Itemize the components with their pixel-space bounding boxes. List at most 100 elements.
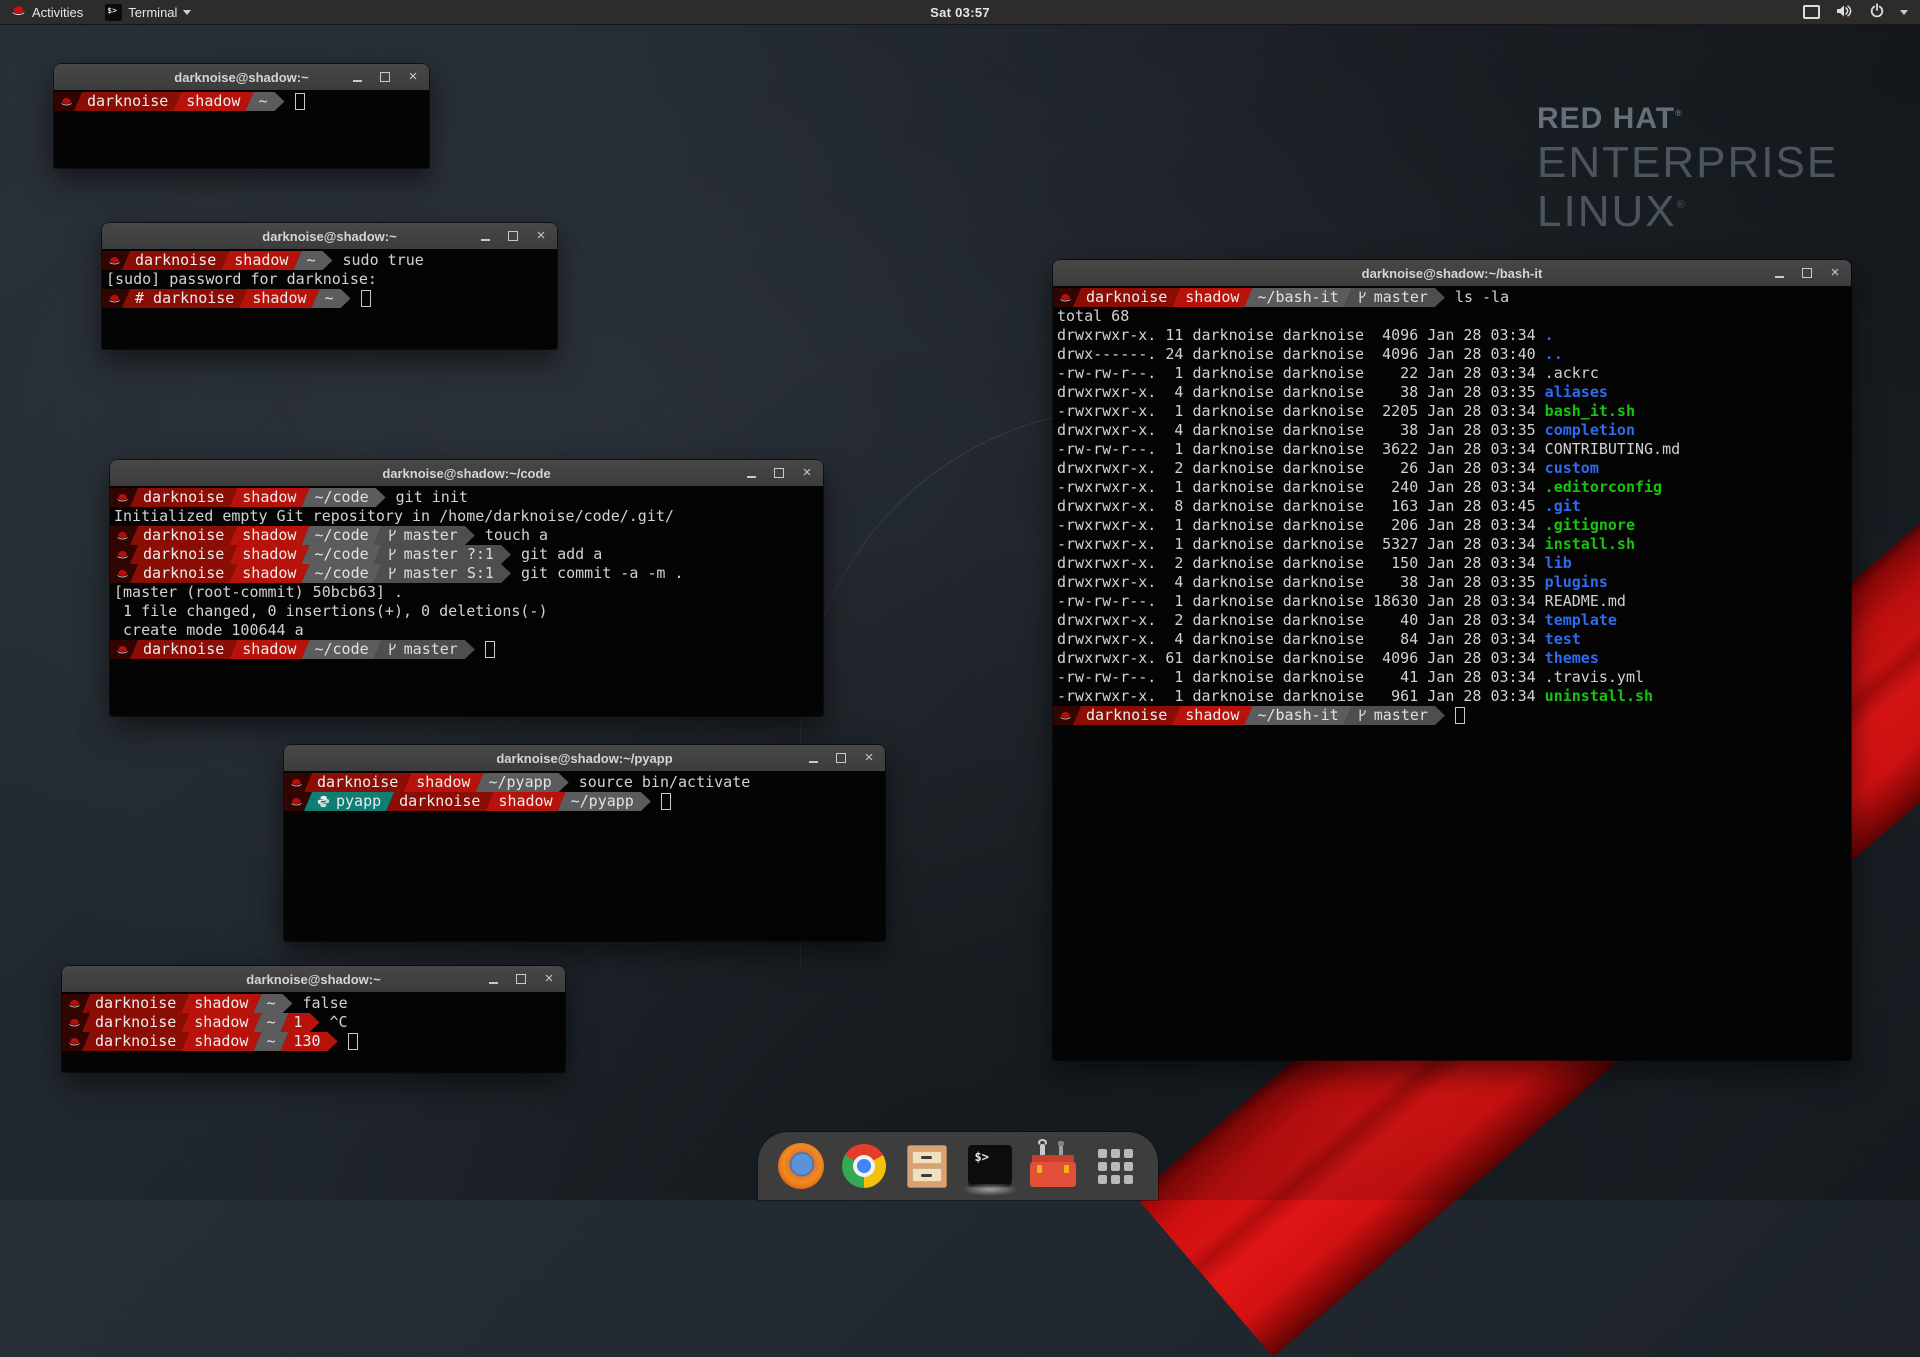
terminal-line: 1 file changed, 0 insertions(+), 0 delet… (110, 602, 823, 621)
app-menu-label: Terminal (128, 5, 177, 20)
file-meta: -rw-rw-r--. 1 darknoise darknoise 3622 J… (1057, 440, 1545, 459)
dock-item-files[interactable] (903, 1142, 951, 1190)
file-meta: drwxrwxr-x. 11 darknoise darknoise 4096 … (1057, 326, 1545, 345)
terminal-line: darknoiseshadow~/codemastertouch a (110, 526, 823, 545)
desktop: { "palette": { "seg_hat": "#310502", "se… (0, 0, 1920, 1200)
prompt-segment-darkred: darknoise (122, 251, 229, 270)
close-button[interactable]: × (543, 972, 555, 986)
minimize-button[interactable] (479, 229, 491, 243)
window-title: darknoise@shadow:~ (262, 229, 396, 244)
prompt-segment-red: 130 (281, 1032, 338, 1051)
app-menu-terminal[interactable]: $> Terminal (94, 0, 202, 24)
terminal-content[interactable]: darknoiseshadow~falsedarknoiseshadow~1^C… (62, 992, 565, 1072)
registered-mark: ® (1675, 108, 1683, 118)
system-status-area[interactable] (1803, 0, 1920, 24)
activities-button[interactable]: Activities (0, 0, 94, 24)
dock-item-toolbox[interactable] (1029, 1142, 1077, 1190)
redhat-icon (116, 491, 129, 504)
terminal-window-sudo[interactable]: darknoise@shadow:~ × darknoiseshadow~sud… (102, 223, 557, 349)
prompt-segment-darkred: darknoise (130, 640, 237, 659)
prompt-segment-text: ~ (325, 289, 334, 308)
command-text: source bin/activate (569, 773, 751, 792)
maximize-button[interactable] (835, 751, 847, 765)
close-button[interactable]: × (863, 751, 875, 765)
minimize-button[interactable] (807, 751, 819, 765)
redhat-icon (60, 95, 73, 108)
window-titlebar[interactable]: darknoise@shadow:~ × (62, 966, 565, 993)
clock[interactable]: Sat 03:57 (930, 5, 990, 20)
window-titlebar[interactable]: darknoise@shadow:~/pyapp × (284, 745, 885, 772)
prompt-segment-darkred: darknoise (130, 488, 237, 507)
terminal-content[interactable]: darknoiseshadow~/bash-itmasterls -latota… (1053, 286, 1851, 1060)
activities-label: Activities (32, 5, 83, 20)
output-text: [master (root-commit) 50bcb63] . (114, 583, 403, 602)
prompt-segment-text: shadow (252, 289, 306, 308)
terminal-content[interactable]: darknoiseshadow~ (54, 90, 429, 168)
file-cabinet-icon (907, 1145, 947, 1188)
file-meta: -rwxrwxr-x. 1 darknoise darknoise 2205 J… (1057, 402, 1545, 421)
prompt-segment-text: ~/code (314, 564, 368, 583)
prompt-segment-git: master (374, 640, 475, 659)
terminal-content[interactable]: darknoiseshadow~sudo true[sudo] password… (102, 249, 557, 349)
terminal-cursor (1455, 707, 1465, 724)
close-button[interactable]: × (801, 466, 813, 480)
prompt-segment-text: darknoise (143, 640, 224, 659)
dock-item-firefox[interactable] (777, 1142, 825, 1190)
branch-icon (387, 528, 398, 543)
close-button[interactable]: × (407, 70, 419, 84)
prompt-segment-text: master S:1 (404, 564, 494, 583)
terminal-content[interactable]: darknoiseshadow~/pyappsource bin/activat… (284, 771, 885, 941)
terminal-window-code[interactable]: darknoise@shadow:~/code × darknoiseshado… (110, 460, 823, 716)
file-meta: drwxrwxr-x. 4 darknoise darknoise 84 Jan… (1057, 630, 1545, 649)
prompt-segment-red: shadow (181, 994, 261, 1013)
window-title: darknoise@shadow:~/bash-it (1362, 266, 1543, 281)
prompt-segment-text: ~/bash-it (1257, 288, 1338, 307)
maximize-button[interactable] (773, 466, 785, 480)
terminal-content[interactable]: darknoiseshadow~/codegit initInitialized… (110, 486, 823, 716)
terminal-line: drwxrwxr-x. 2 darknoise darknoise 150 Ja… (1053, 554, 1851, 573)
redhat-icon (116, 567, 129, 580)
dock-item-chrome[interactable] (840, 1142, 888, 1190)
minimize-button[interactable] (487, 972, 499, 986)
window-titlebar[interactable]: darknoise@shadow:~/code × (110, 460, 823, 487)
prompt-segment-text: ~/code (314, 488, 368, 507)
prompt-segment-red: shadow (229, 545, 309, 564)
prompt-segment-red: shadow (229, 526, 309, 545)
close-button[interactable]: × (1829, 266, 1841, 280)
terminal-line: darknoiseshadow~/pyappsource bin/activat… (284, 773, 885, 792)
maximize-button[interactable] (1801, 266, 1813, 280)
minimize-button[interactable] (1773, 266, 1785, 280)
terminal-window-home-1[interactable]: darknoise@shadow:~ × darknoiseshadow~ (54, 64, 429, 168)
maximize-button[interactable] (379, 70, 391, 84)
window-titlebar[interactable]: darknoise@shadow:~/bash-it × (1053, 260, 1851, 287)
terminal-line: darknoiseshadow~/codemaster (110, 640, 823, 659)
prompt-segment-git: master (1344, 288, 1445, 307)
window-titlebar[interactable]: darknoise@shadow:~ × (102, 223, 557, 250)
terminal-icon: $> (968, 1145, 1012, 1187)
file-name: custom (1545, 459, 1599, 478)
dock-item-app-grid[interactable] (1092, 1142, 1140, 1190)
prompt-segment-text: 1 (294, 1013, 303, 1032)
prompt-segment-text: shadow (416, 773, 470, 792)
terminal-window-bash-it[interactable]: darknoise@shadow:~/bash-it × darknoisesh… (1053, 260, 1851, 1060)
file-name: template (1545, 611, 1617, 630)
command-text: git commit -a -m . (511, 564, 684, 583)
maximize-button[interactable] (507, 229, 519, 243)
terminal-window-home-2[interactable]: darknoise@shadow:~ × darknoiseshadow~fal… (62, 966, 565, 1072)
file-meta: drwxrwxr-x. 2 darknoise darknoise 40 Jan… (1057, 611, 1545, 630)
terminal-window-pyapp[interactable]: darknoise@shadow:~/pyapp × darknoiseshad… (284, 745, 885, 941)
redhat-icon (116, 548, 129, 561)
prompt-segment-text: ~/pyapp (571, 792, 634, 811)
maximize-button[interactable] (515, 972, 527, 986)
close-button[interactable]: × (535, 229, 547, 243)
prompt-segment-git: master (374, 526, 475, 545)
prompt-segment-text: ~ (266, 1032, 275, 1051)
prompt-segment-text: shadow (242, 526, 296, 545)
minimize-button[interactable] (745, 466, 757, 480)
prompt-segment-text: shadow (242, 564, 296, 583)
dock-item-terminal[interactable]: $> (966, 1142, 1014, 1190)
window-titlebar[interactable]: darknoise@shadow:~ × (54, 64, 429, 91)
minimize-button[interactable] (351, 70, 363, 84)
terminal-line: drwxrwxr-x. 61 darknoise darknoise 4096 … (1053, 649, 1851, 668)
terminal-line: darknoiseshadow~false (62, 994, 565, 1013)
